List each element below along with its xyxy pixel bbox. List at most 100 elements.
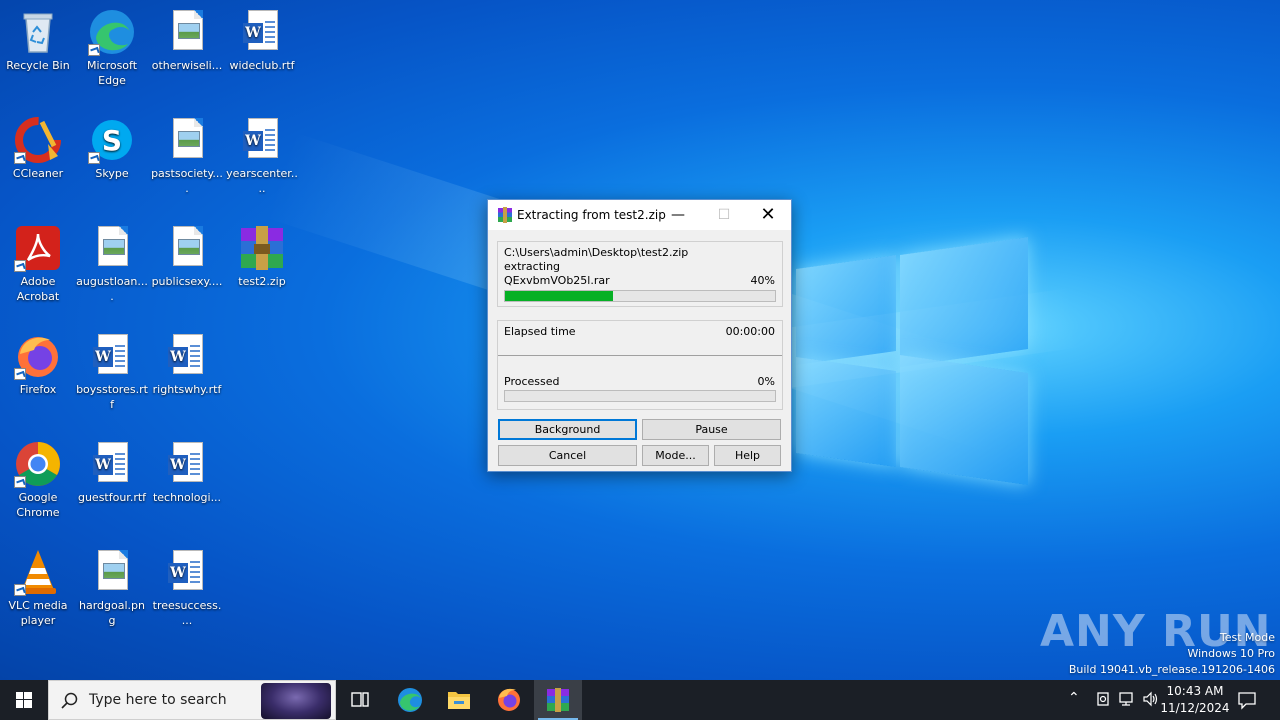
file-progress-fill <box>505 291 613 301</box>
watermark-line: Build 19041.vb_release.191206-1406 <box>1068 663 1275 676</box>
word-document-icon: W <box>88 332 136 380</box>
close-icon: ✕ <box>760 204 776 225</box>
firefox-icon <box>14 332 62 380</box>
taskbar-search-box[interactable]: Type here to search <box>48 680 336 720</box>
desktop-icon-vlc[interactable]: VLC media player <box>0 548 76 628</box>
search-highlight-image <box>261 683 331 719</box>
desktop-icon-label: Skype <box>95 167 129 180</box>
firefox-icon <box>498 688 520 711</box>
taskbar-edge[interactable] <box>386 680 434 720</box>
winrar-icon <box>547 688 569 712</box>
desktop-icon-label: rightswhy.rtf <box>152 383 222 396</box>
desktop-icon-file[interactable]: W yearscenter.... <box>224 116 300 196</box>
skype-icon: S <box>88 116 136 164</box>
shortcut-arrow-icon <box>14 152 26 164</box>
desktop-icon-label: CCleaner <box>12 167 64 180</box>
maximize-button: ☐ <box>701 200 747 230</box>
desktop-icon-adobe-acrobat[interactable]: Adobe Acrobat <box>0 224 76 304</box>
tray-device-icon[interactable] <box>1094 690 1112 711</box>
dialog-titlebar[interactable]: Extracting from test2.zip — ☐ ✕ <box>488 200 791 230</box>
desktop-icon-label: augustloan.... <box>76 275 148 303</box>
desktop-icon-label: VLC media player <box>8 599 68 627</box>
watermark-line: Test Mode <box>1219 631 1275 644</box>
help-button[interactable]: Help <box>714 445 781 466</box>
windows-start-icon <box>16 692 32 708</box>
desktop-icon-file[interactable]: pastsociety.... <box>149 116 225 196</box>
desktop-icon-test2-zip[interactable]: test2.zip <box>224 224 300 289</box>
volume-icon[interactable] <box>1142 690 1160 711</box>
os-watermark: Test Mode Windows 10 Pro Build 19041.vb_… <box>1069 630 1275 678</box>
edge-icon <box>88 8 136 56</box>
minimize-button[interactable]: — <box>655 200 701 230</box>
desktop-icon-file[interactable]: augustloan.... <box>74 224 150 304</box>
watermark-line: Windows 10 Pro <box>1187 647 1275 660</box>
show-hidden-icons-button[interactable]: ⌃ <box>1068 690 1080 706</box>
notification-icon <box>1238 692 1256 710</box>
pause-button[interactable]: Pause <box>642 419 781 440</box>
taskbar-firefox[interactable] <box>485 680 533 720</box>
cancel-button[interactable]: Cancel <box>498 445 637 466</box>
shortcut-arrow-icon <box>14 368 26 380</box>
desktop-icon-google-chrome[interactable]: Google Chrome <box>0 440 76 520</box>
processed-progress-bar <box>504 390 776 402</box>
desktop-icon-label: Adobe Acrobat <box>16 275 60 303</box>
desktop-icon-ccleaner[interactable]: CCleaner <box>0 116 76 181</box>
desktop-icon-firefox[interactable]: Firefox <box>0 332 76 397</box>
desktop-icon-file[interactable]: publicsexy.... <box>149 224 225 289</box>
word-document-icon: W <box>238 116 286 164</box>
desktop: Recycle Bin CCleaner Adobe Acrobat Firef… <box>0 0 1280 680</box>
action-text: extracting <box>504 260 561 273</box>
desktop-icon-file[interactable]: W wideclub.rtf <box>224 8 300 73</box>
image-file-icon <box>163 116 211 164</box>
extraction-dialog: Extracting from test2.zip — ☐ ✕ C:\Users… <box>487 199 792 472</box>
task-view-icon <box>351 692 369 707</box>
word-document-icon: W <box>88 440 136 488</box>
acrobat-icon <box>14 224 62 272</box>
file-progress-bar <box>504 290 776 302</box>
desktop-icon-skype[interactable]: S Skype <box>74 116 150 181</box>
file-progress-group: C:\Users\admin\Desktop\test2.zip extract… <box>497 241 783 307</box>
desktop-icon-file[interactable]: otherwiseli... <box>149 8 225 73</box>
shortcut-arrow-icon <box>14 584 26 596</box>
mode-button[interactable]: Mode... <box>642 445 709 466</box>
desktop-icon-recycle-bin[interactable]: Recycle Bin <box>0 8 76 73</box>
desktop-icon-file[interactable]: hardgoal.png <box>74 548 150 628</box>
taskbar-file-explorer[interactable] <box>435 680 483 720</box>
desktop-icon-file[interactable]: W technologi... <box>149 440 225 505</box>
desktop-icon-file[interactable]: W treesuccess.... <box>149 548 225 628</box>
task-view-button[interactable] <box>336 680 384 720</box>
network-icon[interactable] <box>1118 690 1136 711</box>
windows-logo-wallpaper <box>796 237 1028 485</box>
background-button[interactable]: Background <box>498 419 637 440</box>
taskbar-clock[interactable]: 10:43 AM 11/12/2024 <box>1160 683 1230 717</box>
desktop-icon-label: treesuccess.... <box>152 599 222 627</box>
vlc-icon <box>14 548 62 596</box>
chevron-up-icon: ⌃ <box>1068 690 1080 706</box>
desktop-icon-label: guestfour.rtf <box>77 491 147 504</box>
desktop-icon-label: Microsoft Edge <box>86 59 138 87</box>
image-file-icon <box>88 224 136 272</box>
desktop-icon-label: publicsexy.... <box>151 275 223 288</box>
edge-icon <box>398 688 422 712</box>
desktop-icon-file[interactable]: W guestfour.rtf <box>74 440 150 505</box>
desktop-icon-label: Firefox <box>19 383 57 396</box>
desktop-icon-label: test2.zip <box>238 275 286 288</box>
shortcut-arrow-icon <box>88 152 100 164</box>
winrar-archive-icon <box>238 224 286 272</box>
desktop-icon-label: hardgoal.png <box>79 599 145 627</box>
image-file-icon <box>88 548 136 596</box>
desktop-icon-file[interactable]: W rightswhy.rtf <box>149 332 225 397</box>
stats-group: Elapsed time 00:00:00 Processed 0% <box>497 320 783 410</box>
file-percent: 40% <box>750 274 775 287</box>
desktop-icon-file[interactable]: W boysstores.rtf <box>74 332 150 412</box>
close-button[interactable]: ✕ <box>745 200 791 230</box>
start-button[interactable] <box>0 680 48 720</box>
minimize-icon: — <box>671 207 685 223</box>
ccleaner-icon <box>14 116 62 164</box>
action-center-button[interactable] <box>1236 689 1258 714</box>
desktop-icon-microsoft-edge[interactable]: Microsoft Edge <box>74 8 150 88</box>
taskbar-winrar[interactable] <box>534 680 582 720</box>
elapsed-label: Elapsed time <box>504 325 576 338</box>
search-icon <box>61 692 78 709</box>
recycle-bin-icon <box>14 8 62 56</box>
